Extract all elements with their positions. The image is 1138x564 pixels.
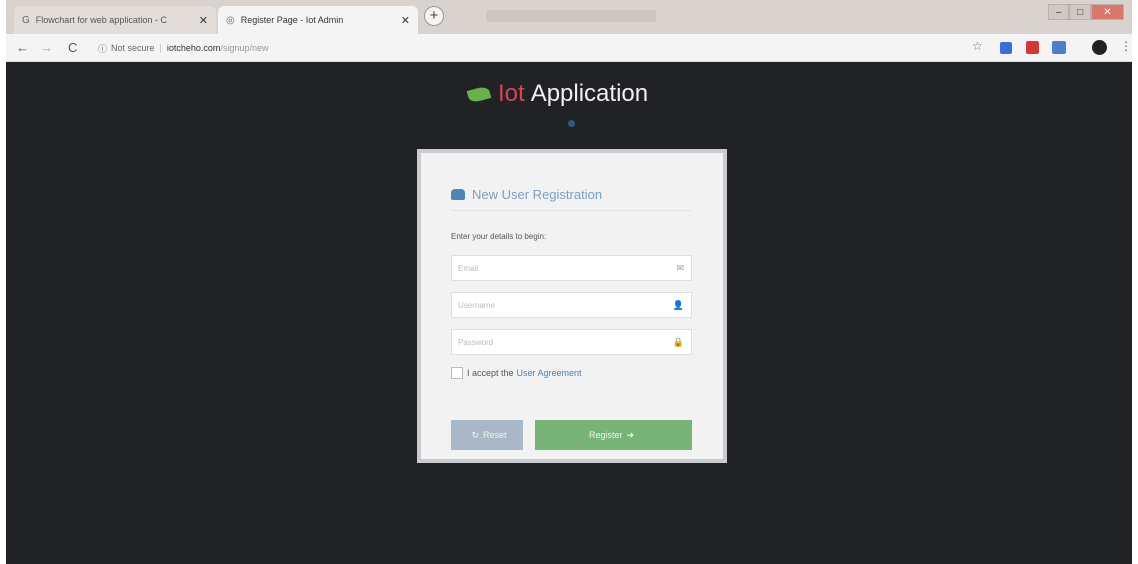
- reset-button[interactable]: ↻ Reset: [451, 420, 523, 450]
- leaf-icon: [466, 84, 492, 104]
- register-button[interactable]: Register ➜: [535, 420, 692, 450]
- username-field[interactable]: 👤: [451, 292, 692, 318]
- close-tab-icon[interactable]: ✕: [199, 14, 208, 27]
- browser-tab-register[interactable]: ◎ Register Page - Iot Admin ✕: [218, 6, 418, 34]
- site-icon: ◎: [226, 14, 235, 26]
- security-label: Not secure: [111, 43, 155, 53]
- refresh-icon: ↻: [471, 429, 480, 440]
- username-input[interactable]: [452, 293, 662, 317]
- browser-tab-flowchart[interactable]: G Flowchart for web application - C ✕: [14, 6, 216, 34]
- brand-iot: Iot: [498, 80, 525, 107]
- user-agreement-link[interactable]: User Agreement: [517, 368, 582, 378]
- profile-avatar[interactable]: [1092, 40, 1107, 55]
- envelope-icon: ✉: [676, 263, 684, 273]
- address-bar[interactable]: ⓘ Not secure | iotcheho.com /signup/new: [98, 38, 938, 58]
- extension-icon[interactable]: [1000, 42, 1012, 54]
- users-icon: [451, 189, 465, 200]
- agreement-checkbox[interactable]: [451, 367, 463, 379]
- reset-label: Reset: [483, 430, 507, 440]
- minimize-icon[interactable]: –: [1048, 4, 1070, 20]
- window-controls: – □ ✕: [1048, 4, 1124, 20]
- reload-icon[interactable]: C: [68, 40, 77, 55]
- browser-toolbar: ← → C ⓘ Not secure | iotcheho.com /signu…: [6, 34, 1132, 62]
- agreement-row: I accept the User Agreement: [451, 367, 582, 379]
- browser-tab-bar: G Flowchart for web application - C ✕ ◎ …: [6, 0, 1132, 34]
- registration-card: New User Registration Enter your details…: [417, 149, 727, 463]
- status-dot: [568, 120, 575, 127]
- tab-strip-blur: [486, 10, 656, 22]
- brand-application: Application: [530, 80, 649, 107]
- extension-icon[interactable]: [1052, 41, 1066, 54]
- bookmark-star-icon[interactable]: ☆: [972, 39, 983, 53]
- close-tab-icon[interactable]: ✕: [401, 14, 410, 27]
- close-window-icon[interactable]: ✕: [1090, 4, 1124, 20]
- agreement-text: I accept the: [467, 368, 514, 378]
- tab-title: Flowchart for web application - C: [35, 15, 167, 25]
- google-icon: G: [22, 14, 30, 26]
- page-body: Iot Application New User Registration En…: [6, 62, 1132, 564]
- new-tab-button[interactable]: +: [424, 6, 444, 26]
- back-icon[interactable]: ←: [16, 40, 29, 55]
- menu-icon[interactable]: ⋮: [1120, 39, 1132, 53]
- form-intro: Enter your details to begin:: [451, 232, 547, 241]
- forward-icon[interactable]: →: [40, 40, 53, 55]
- url-path: /signup/new: [220, 43, 269, 53]
- lock-icon: 🔒: [672, 337, 684, 347]
- register-label: Register: [588, 430, 623, 440]
- password-field[interactable]: 🔒: [451, 329, 692, 355]
- password-input[interactable]: [452, 330, 662, 354]
- form-title-text: New User Registration: [472, 187, 603, 202]
- arrow-right-icon: ➜: [626, 429, 635, 440]
- email-input[interactable]: [452, 256, 662, 280]
- address-separator: |: [159, 43, 162, 53]
- user-icon: 👤: [672, 300, 684, 310]
- tab-title: Register Page - Iot Admin: [240, 15, 344, 25]
- info-icon[interactable]: ⓘ: [98, 42, 107, 55]
- extension-icon[interactable]: [1026, 41, 1039, 54]
- email-field[interactable]: ✉: [451, 255, 692, 281]
- form-title: New User Registration: [451, 187, 691, 211]
- maximize-icon[interactable]: □: [1069, 4, 1091, 20]
- brand-logo: Iot Application: [466, 80, 649, 108]
- url-host: iotcheho.com: [166, 43, 221, 53]
